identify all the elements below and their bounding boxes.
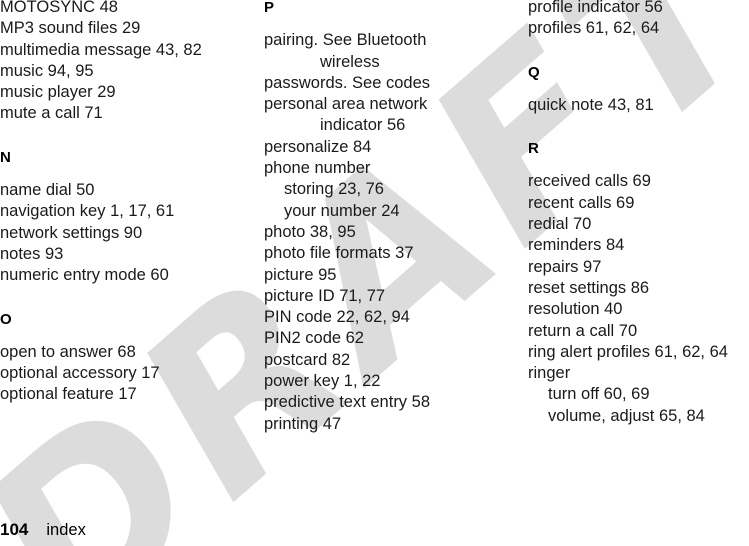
index-letter-heading-n: N — [0, 148, 11, 166]
index-entry: return a call 70 — [528, 321, 638, 340]
index-entry: picture ID 71, 77 — [264, 286, 386, 305]
index-entry: recent calls 69 — [528, 193, 635, 212]
index-entry: your number 24 — [284, 201, 400, 220]
index-entry: name dial 50 — [0, 181, 95, 200]
index-entry: postcard 82 — [264, 350, 351, 369]
index-column-3: profile indicator 56 profiles 61, 62, 64 Q… — [528, 0, 749, 430]
footer-page-number: 104 — [0, 520, 29, 539]
index-entry: printing 47 — [264, 414, 342, 433]
index-entry: profiles 61, 62, 64 — [528, 19, 660, 38]
index-entry: photo file formats 37 — [264, 244, 414, 263]
index-entry: pairing. See Bluetooth — [264, 31, 427, 50]
index-entry: optional feature 17 — [0, 385, 137, 404]
column-1-content: MOTOSYNC 48 MP3 sound files 29 multimedia … — [0, 0, 258, 406]
index-entry: MOTOSYNC 48 — [0, 0, 118, 16]
index-entry: turn off 60, 69 — [548, 385, 650, 404]
index-entry: mute a call 71 — [0, 104, 103, 123]
index-entry: MP3 sound files 29 — [0, 19, 141, 38]
index-entry: notes 93 — [0, 244, 64, 263]
index-entry: multimedia message 43, 82 — [0, 40, 202, 59]
index-entry: navigation key 1, 17, 61 — [0, 202, 175, 221]
index-entry: optional accessory 17 — [0, 364, 160, 383]
index-letter-heading-r: R — [528, 140, 539, 158]
index-entry: phone number — [264, 159, 371, 178]
index-letter-heading-p: P — [264, 0, 275, 16]
index-entry: reset settings 86 — [528, 278, 650, 297]
index-letter-heading-o: O — [0, 310, 12, 328]
index-entry: ringer — [528, 364, 571, 383]
index-entry: reminders 84 — [528, 236, 625, 255]
footer-section-label: index — [46, 521, 86, 539]
index-entry: power key 1, 22 — [264, 372, 381, 391]
index-entry: personalize 84 — [264, 137, 372, 156]
index-entry: indicator 56 — [320, 116, 406, 135]
index-entry: resolution 40 — [528, 300, 623, 319]
index-column-2: Ppairing. See Bluetooth wireless passwords… — [264, 0, 522, 438]
index-entry: repairs 97 — [528, 257, 602, 276]
index-entry: storing 23, 76 — [284, 180, 384, 199]
index-entry: ring alert profiles 61, 62, 64 — [528, 342, 728, 361]
index-entry: quick note 43, 81 — [528, 95, 654, 114]
index-entry: picture 95 — [264, 265, 337, 284]
index-entry: predictive text entry 58 — [264, 393, 430, 412]
index-entry: music 94, 95 — [0, 61, 94, 80]
index-entry: PIN code 22, 62, 94 — [264, 308, 410, 327]
index-entry: network settings 90 — [0, 223, 143, 242]
index-entry: volume, adjust 65, 84 — [548, 406, 705, 425]
index-entry: music player 29 — [0, 83, 116, 102]
index-entry: photo 38, 95 — [264, 222, 356, 241]
index-entry: redial 70 — [528, 215, 592, 234]
index-entry: profile indicator 56 — [528, 0, 663, 16]
index-entry: open to answer 68 — [0, 342, 136, 361]
index-page: MOTOSYNC 48 MP3 sound files 29 multimedia … — [0, 0, 749, 546]
index-entry: numeric entry mode 60 — [0, 266, 169, 285]
index-column-1: MOTOSYNC 48 MP3 sound files 29 multimedia … — [0, 0, 258, 409]
index-entry: PIN2 code 62 — [264, 329, 364, 348]
column-2-content: Ppairing. See Bluetooth wireless passwords… — [264, 0, 522, 435]
index-entry: received calls 69 — [528, 172, 651, 191]
index-entry: passwords. See codes — [264, 73, 431, 92]
page-footer: 104 index — [0, 520, 86, 540]
index-entry: wireless — [320, 52, 380, 71]
column-3-content: profile indicator 56 profiles 61, 62, 64 Q… — [528, 0, 749, 427]
index-entry: personal area network — [264, 95, 428, 114]
index-letter-heading-q: Q — [528, 63, 540, 81]
